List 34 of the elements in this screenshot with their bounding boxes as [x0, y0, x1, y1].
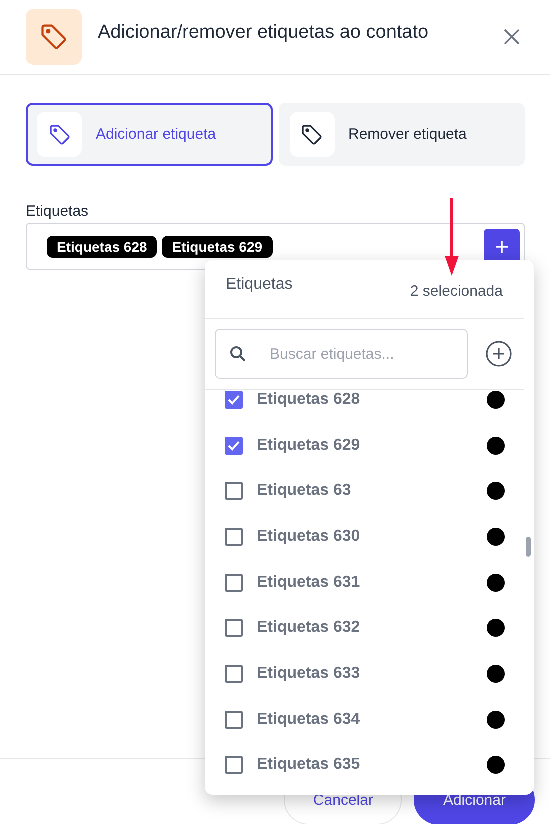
tag-icon: [48, 122, 72, 146]
checkbox[interactable]: [225, 482, 243, 500]
checkbox[interactable]: [225, 574, 243, 592]
field-label: Etiquetas: [26, 203, 89, 220]
plus-icon: [495, 240, 509, 254]
search-icon: [230, 346, 246, 362]
dropdown-title: Etiquetas: [226, 276, 293, 294]
tag-chip: Etiquetas 629: [162, 236, 273, 258]
tag-option[interactable]: Etiquetas 630: [257, 528, 473, 546]
tag-option[interactable]: Etiquetas 629: [257, 436, 473, 455]
scrollbar-thumb[interactable]: [526, 537, 531, 557]
tag-icon: [39, 22, 69, 52]
checkbox[interactable]: [225, 528, 243, 546]
checkbox[interactable]: [225, 436, 243, 455]
checkbox[interactable]: [225, 664, 243, 683]
tag-option[interactable]: Etiquetas 634: [257, 710, 473, 729]
selected-count: 2 selecionada: [410, 282, 503, 300]
tag-option[interactable]: Etiquetas 628: [257, 390, 473, 409]
search-field[interactable]: Buscar etiquetas...: [215, 329, 468, 379]
tag-icon: [300, 122, 324, 146]
tag-chip: Etiquetas 628: [47, 236, 158, 258]
tag-option[interactable]: Etiquetas 632: [257, 619, 473, 638]
add-tag-button[interactable]: [486, 341, 512, 367]
tag-option[interactable]: Etiquetas 631: [257, 574, 473, 592]
checkbox[interactable]: [225, 619, 243, 638]
mode-tab[interactable]: Adicionar etiqueta: [26, 103, 272, 166]
mode-tab[interactable]: Remover etiqueta: [278, 103, 525, 166]
dialog-title: Adicionar/remover etiquetas ao contato: [98, 21, 430, 45]
checkbox[interactable]: [225, 756, 243, 774]
tag-option[interactable]: Etiquetas 635: [257, 756, 473, 774]
tag-option[interactable]: Etiquetas 63: [257, 482, 473, 500]
checkbox[interactable]: [225, 710, 243, 729]
tag-option[interactable]: Etiquetas 633: [257, 664, 473, 683]
checkbox[interactable]: [225, 390, 243, 409]
